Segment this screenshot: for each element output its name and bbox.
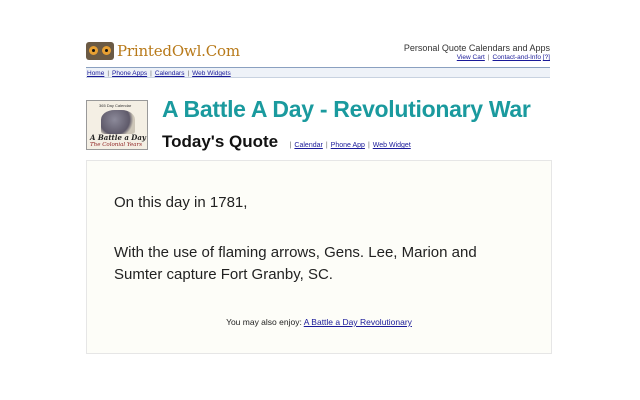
web-widget-link[interactable]: Web Widget: [373, 142, 411, 149]
nav-calendars[interactable]: Calendars: [155, 70, 185, 77]
also-enjoy-label: You may also enjoy:: [226, 317, 302, 327]
soldiers-illustration: [101, 110, 135, 134]
phone-app-link[interactable]: Phone App: [331, 142, 365, 149]
site-tagline: Personal Quote Calendars and Apps: [403, 43, 550, 53]
nav-phone-apps[interactable]: Phone Apps: [112, 70, 147, 77]
nav-home[interactable]: Home: [87, 70, 104, 77]
subtitle-row: Today's Quote | Calendar | Phone App | Web Wi…: [162, 132, 411, 152]
book-caption: 365 Day Calendar: [99, 103, 132, 108]
site-name: PrintedOwl.Com: [117, 42, 240, 60]
book-title: A Battle a Day: [90, 133, 146, 142]
book-subtitle: The Colonial Years: [90, 142, 143, 148]
book-cover-image[interactable]: 365 Day Calendar A Battle a Day The Colo…: [86, 100, 148, 150]
contact-info-link[interactable]: Contact-and-Info: [493, 54, 541, 61]
owl-logo-icon: [86, 42, 114, 60]
nav-bar: Home | Phone Apps | Calendars | Web Widgets: [86, 67, 550, 78]
view-cart-link[interactable]: View Cart: [457, 54, 485, 61]
quote-intro: On this day in 1781,: [114, 194, 248, 211]
help-link[interactable]: [?]: [543, 54, 550, 61]
calendar-link[interactable]: Calendar: [294, 142, 322, 149]
page-subtitle: Today's Quote: [162, 132, 279, 151]
quote-card: On this day in 1781, With the use of fla…: [86, 160, 552, 354]
page-title: A Battle A Day - Revolutionary War: [162, 96, 531, 122]
sub-links: | Calendar | Phone App | Web Widget: [289, 142, 411, 149]
also-enjoy: You may also enjoy: A Battle a Day Revol…: [87, 317, 551, 327]
site-header: PrintedOwl.Com Personal Quote Calendars …: [86, 40, 550, 66]
site-logo[interactable]: PrintedOwl.Com: [86, 42, 240, 60]
nav-web-widgets[interactable]: Web Widgets: [192, 70, 231, 77]
top-links: View Cart | Contact-and-Info [?]: [456, 54, 550, 61]
also-enjoy-link[interactable]: A Battle a Day Revolutionary: [304, 317, 412, 327]
quote-text: With the use of flaming arrows, Gens. Le…: [114, 244, 477, 283]
